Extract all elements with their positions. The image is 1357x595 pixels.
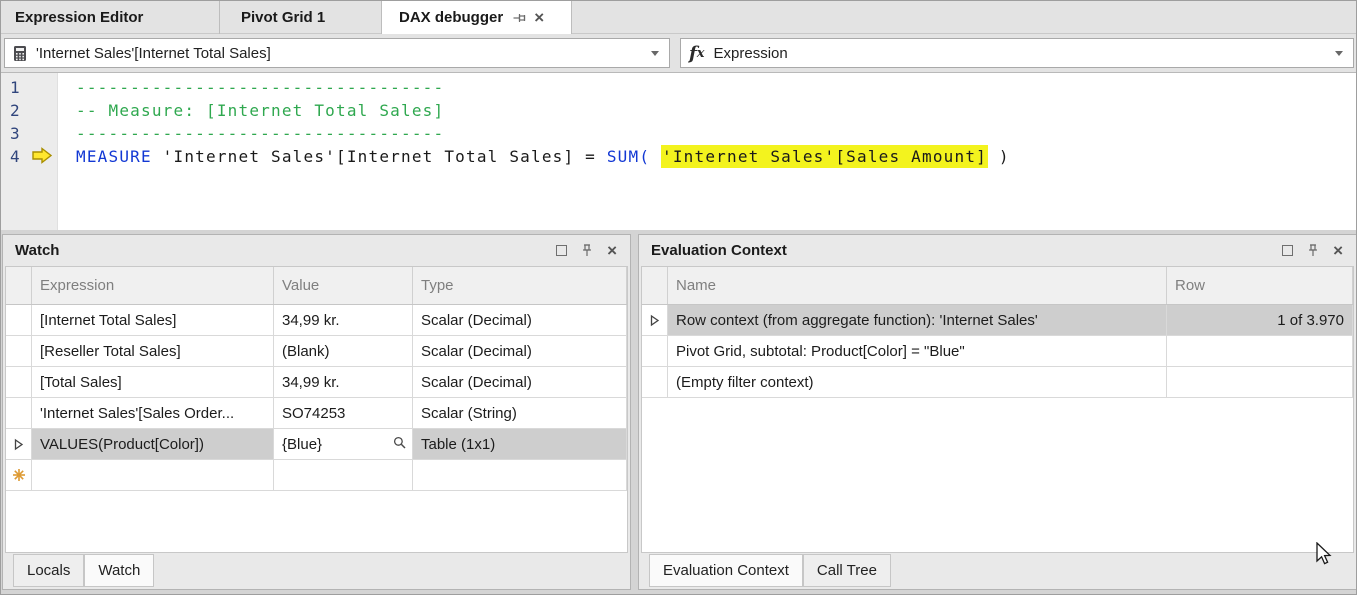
close-icon[interactable]: × [1333,242,1343,259]
evaluation-row-selected[interactable]: Row context (from aggregate function): '… [642,305,1353,336]
watch-row[interactable]: [Total Sales] 34,99 kr. Scalar (Decimal) [6,367,627,398]
watch-row-selected[interactable]: VALUES(Product[Color]) {Blue} Table (1x1… [6,429,627,460]
tab-evaluation-context[interactable]: Evaluation Context [649,554,803,587]
marker-column-header [642,267,668,304]
chevron-down-icon[interactable] [1335,51,1343,56]
evaluation-context-panel: Evaluation Context × Name Row [638,234,1357,590]
panel-title: Watch [15,242,59,259]
column-header-value: Value [274,267,413,304]
fx-icon: fx [689,43,705,64]
value-cell-editing[interactable]: {Blue} [274,429,413,459]
current-line-arrow-icon [31,147,54,164]
code-line: -- Measure: [Internet Total Sales] [76,99,1356,122]
dax-debugger-window: Expression Editor Pivot Grid 1 DAX debug… [0,0,1357,595]
pin-icon[interactable] [581,243,593,257]
evaluation-grid: Name Row Row context (from aggregate fun… [641,266,1354,553]
watch-grid-header: Expression Value Type [6,267,627,305]
code-line-current: MEASURE 'Internet Sales'[Internet Total … [76,145,1356,168]
editor-code-area[interactable]: ---------------------------------- -- Me… [58,73,1356,230]
column-header-type: Type [413,267,627,304]
highlighted-expression: 'Internet Sales'[Sales Amount] [661,145,988,168]
tab-call-tree[interactable]: Call Tree [803,554,891,587]
close-icon[interactable]: × [534,9,544,26]
tab-pivot-grid-1[interactable]: Pivot Grid 1 [220,1,382,34]
watch-row[interactable]: [Internet Total Sales] 34,99 kr. Scalar … [6,305,627,336]
tab-locals[interactable]: Locals [13,554,84,587]
marker-column-header [6,267,32,304]
code-line: ---------------------------------- [76,122,1356,145]
calculator-icon [13,45,27,62]
line-number: 3 [1,122,57,145]
watch-panel: Watch × Expression Value Type [2,234,631,590]
new-row-star-icon [12,468,26,482]
close-icon[interactable]: × [607,242,617,259]
selector-toolbar: 'Internet Sales'[Internet Total Sales] f… [1,34,1356,72]
maximize-icon[interactable] [556,245,567,256]
expression-selector-value: Expression [714,45,788,62]
evaluation-grid-header: Name Row [642,267,1353,305]
evaluation-row[interactable]: (Empty filter context) [642,367,1353,398]
column-header-row: Row [1167,267,1353,304]
tab-expression-editor[interactable]: Expression Editor [1,1,220,34]
panel-title: Evaluation Context [651,242,787,259]
pin-icon[interactable] [1307,243,1319,257]
watch-panel-titlebar[interactable]: Watch × [3,235,630,265]
maximize-icon[interactable] [1282,245,1293,256]
line-number: 1 [1,76,57,99]
pin-icon[interactable] [513,11,526,25]
evaluation-panel-titlebar[interactable]: Evaluation Context × [639,235,1356,265]
watch-row[interactable]: [Reseller Total Sales] (Blank) Scalar (D… [6,336,627,367]
dax-code-editor[interactable]: 1 2 3 4 --------------------------------… [1,72,1356,230]
chevron-down-icon[interactable] [651,51,659,56]
tab-dax-debugger[interactable]: DAX debugger × [382,1,572,34]
code-line: ---------------------------------- [76,76,1356,99]
tab-label: Expression Editor [15,9,143,26]
magnifier-icon[interactable] [393,436,407,450]
current-row-marker-icon [649,314,660,327]
watch-panel-tabstrip: Locals Watch [5,553,628,589]
measure-selector-value: 'Internet Sales'[Internet Total Sales] [36,45,271,62]
editor-gutter[interactable]: 1 2 3 4 [1,73,58,230]
column-header-name: Name [668,267,1167,304]
tab-label: Pivot Grid 1 [241,9,325,26]
document-tabbar: Expression Editor Pivot Grid 1 DAX debug… [1,1,1356,34]
current-row-marker-icon [13,438,24,451]
expression-selector-combobox[interactable]: fx Expression [680,38,1354,68]
column-header-expression: Expression [32,267,274,304]
measure-selector-combobox[interactable]: 'Internet Sales'[Internet Total Sales] [4,38,670,68]
watch-grid: Expression Value Type [Internet Total Sa… [5,266,628,553]
evaluation-panel-tabstrip: Evaluation Context Call Tree [641,553,1354,589]
mouse-cursor [1313,542,1335,566]
watch-new-row[interactable] [6,460,627,491]
watch-row[interactable]: 'Internet Sales'[Sales Order... SO74253 … [6,398,627,429]
evaluation-row[interactable]: Pivot Grid, subtotal: Product[Color] = "… [642,336,1353,367]
tab-label: DAX debugger [399,9,503,26]
line-number: 2 [1,99,57,122]
tab-watch[interactable]: Watch [84,554,154,587]
